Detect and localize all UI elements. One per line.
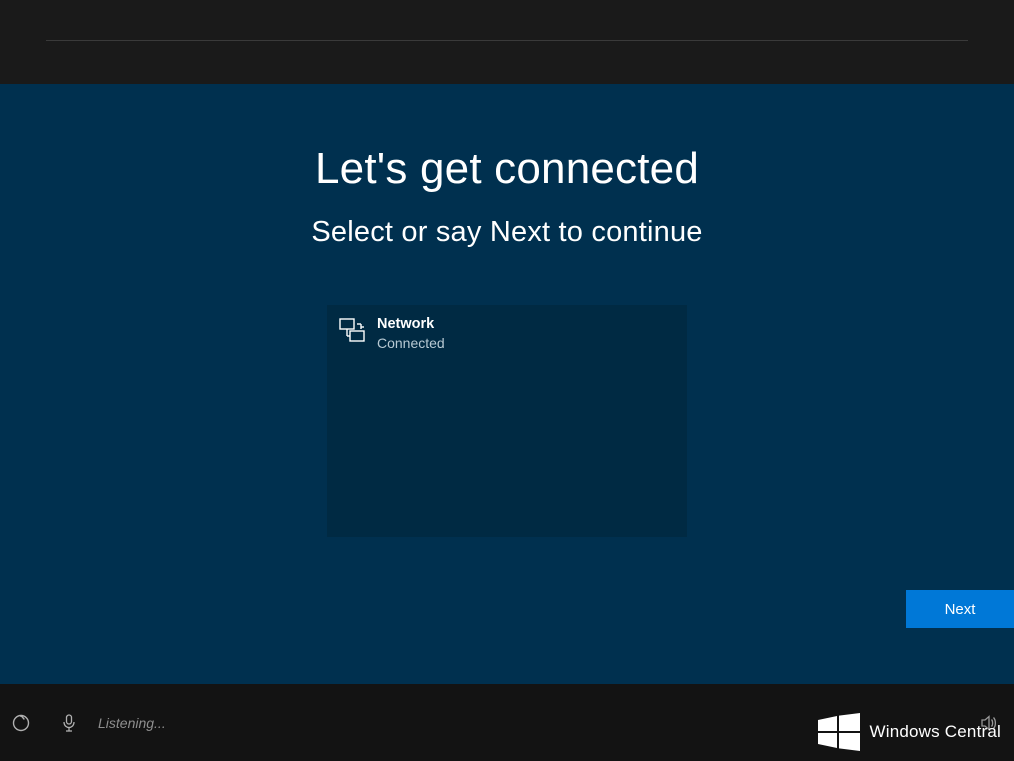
top-bar: [0, 0, 1014, 84]
bottom-bar: Listening... Windows Central: [0, 684, 1014, 761]
network-name: Network: [377, 315, 445, 334]
watermark: Windows Central: [818, 713, 1002, 751]
windows-central-logo-icon: [818, 713, 860, 751]
listening-label: Listening...: [98, 715, 166, 731]
cortana-icon[interactable]: [12, 714, 30, 732]
next-button[interactable]: Next: [906, 590, 1014, 628]
network-list[interactable]: Network Connected: [327, 305, 687, 537]
network-text: Network Connected: [377, 315, 445, 351]
main-content: Let's get connected Select or say Next t…: [0, 84, 1014, 684]
watermark-label: Windows Central: [870, 722, 1002, 742]
microphone-icon[interactable]: [62, 714, 76, 732]
divider-line: [46, 40, 968, 41]
bottom-left-controls: Listening...: [12, 714, 166, 732]
page-subtitle: Select or say Next to continue: [0, 216, 1014, 249]
ethernet-icon: [339, 317, 365, 343]
network-item[interactable]: Network Connected: [327, 305, 687, 361]
page-title: Let's get connected: [0, 84, 1014, 194]
network-status: Connected: [377, 335, 445, 351]
